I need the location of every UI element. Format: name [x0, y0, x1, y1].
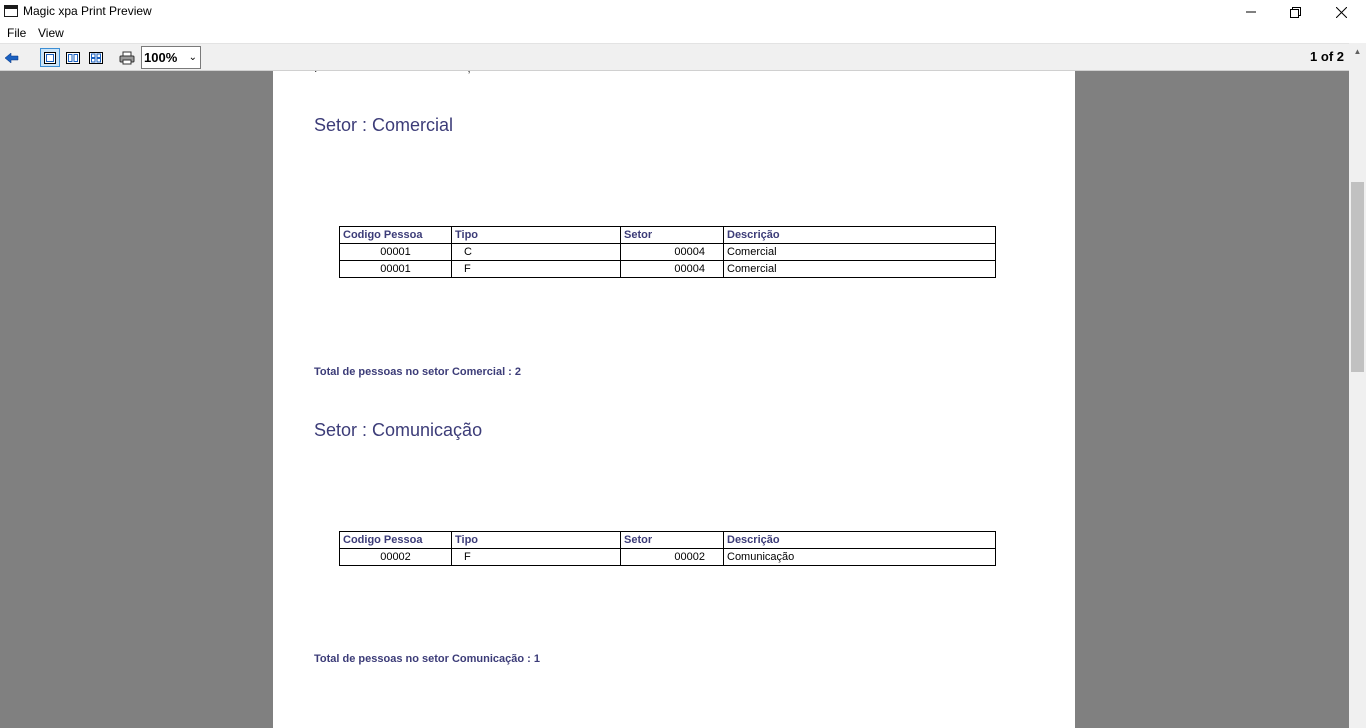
column-header: Setor — [620, 531, 724, 549]
two-page-button[interactable] — [63, 48, 83, 67]
page-indicator: 1 of 2 — [1310, 49, 1344, 64]
close-button[interactable] — [1318, 0, 1364, 24]
section-title: Setor : Comercial — [314, 115, 454, 135]
cell-setor: 00002 — [620, 548, 724, 566]
cell-descricao: Comercial — [723, 243, 996, 261]
minimize-button[interactable] — [1228, 0, 1274, 24]
window-title: Magic xpa Print Preview — [23, 4, 152, 18]
table-header-row: Codigo Pessoa Tipo Setor Descrição — [339, 226, 996, 244]
cell-tipo: F — [451, 548, 621, 566]
cell-descricao: Comunicação — [723, 548, 996, 566]
column-header: Codigo Pessoa — [339, 531, 452, 549]
column-header: Setor — [620, 226, 724, 244]
scrollbar-thumb[interactable] — [1351, 182, 1364, 372]
cell-codigo: 00001 — [339, 260, 452, 278]
zoom-select[interactable]: 100% ⌄ — [141, 46, 201, 69]
table-header-row: Codigo Pessoa Tipo Setor Descrição — [339, 531, 996, 549]
menu-view[interactable]: View — [38, 26, 64, 40]
restore-icon — [1289, 6, 1301, 18]
toolbar: 100% ⌄ 1 of 2 — [0, 43, 1366, 71]
single-page-icon — [44, 51, 56, 64]
cell-codigo: 00001 — [339, 243, 452, 261]
menu-bar: File View — [0, 24, 1366, 43]
menu-file[interactable]: File — [7, 26, 26, 40]
app-window-icon — [4, 5, 18, 17]
two-pages-icon — [66, 51, 80, 64]
title-bar: Magic xpa Print Preview — [0, 0, 1366, 24]
table-row: 00001 F 00004 Comercial — [339, 260, 996, 278]
table-row: 00001 C 00004 Comercial — [339, 243, 996, 261]
back-arrow-icon — [5, 52, 19, 63]
section-total: Total de pessoas no setor Comercial : 2 — [314, 366, 522, 378]
section-total: Total de pessoas no setor Comunicação : … — [314, 653, 540, 665]
column-header: Tipo — [451, 531, 621, 549]
cell-descricao: Comercial — [723, 260, 996, 278]
column-header: Descrição — [723, 531, 996, 549]
section-title: Setor : Comunicação — [314, 420, 483, 440]
table-row: 00002 F 00002 Comunicação — [339, 548, 996, 566]
vertical-scrollbar[interactable]: ▲ — [1349, 43, 1366, 728]
report-page: . , Setor : Comercial Codigo Pessoa Tipo… — [273, 71, 1075, 728]
clipped-text: . , — [314, 71, 471, 75]
cell-setor: 00004 — [620, 260, 724, 278]
data-table: Codigo Pessoa Tipo Setor Descrição 00002… — [339, 531, 996, 566]
minimize-icon — [1246, 11, 1256, 13]
single-page-button[interactable] — [40, 48, 60, 67]
printer-icon — [119, 51, 135, 64]
column-header: Tipo — [451, 226, 621, 244]
cell-setor: 00004 — [620, 243, 724, 261]
data-table: Codigo Pessoa Tipo Setor Descrição 00001… — [339, 226, 996, 278]
cell-codigo: 00002 — [339, 548, 452, 566]
four-pages-icon — [89, 51, 103, 64]
restore-button[interactable] — [1272, 0, 1318, 24]
column-header: Codigo Pessoa — [339, 226, 452, 244]
column-header: Descrição — [723, 226, 996, 244]
cell-tipo: C — [451, 243, 621, 261]
print-button[interactable] — [117, 48, 137, 67]
preview-viewport: . , Setor : Comercial Codigo Pessoa Tipo… — [0, 71, 1349, 728]
back-button[interactable] — [2, 48, 22, 67]
zoom-value: 100% — [144, 50, 178, 65]
cell-tipo: F — [451, 260, 621, 278]
chevron-down-icon: ⌄ — [188, 52, 197, 63]
close-icon — [1335, 6, 1347, 18]
scroll-up-icon[interactable]: ▲ — [1349, 43, 1366, 60]
four-page-button[interactable] — [86, 48, 106, 67]
